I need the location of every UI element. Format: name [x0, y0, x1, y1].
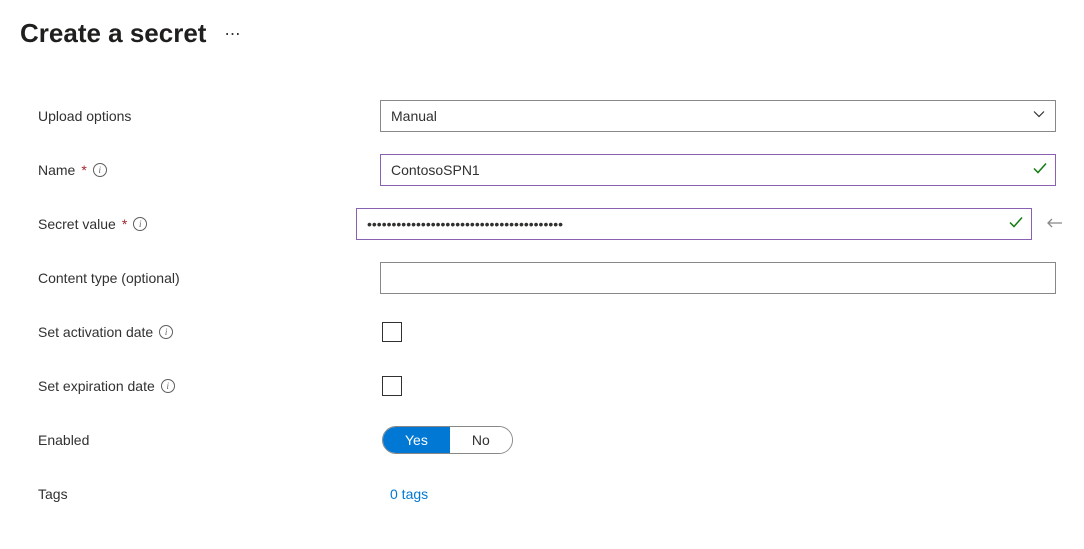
label-activation-date: Set activation date i [20, 324, 380, 340]
label-text: Set activation date [38, 324, 153, 340]
select-upload-options[interactable] [380, 100, 1056, 132]
cursor-arrow-icon [1042, 215, 1064, 234]
label-content-type: Content type (optional) [20, 270, 380, 286]
label-tags: Tags [20, 486, 380, 502]
secret-value-input[interactable] [356, 208, 1032, 240]
row-upload-options: Upload options [20, 99, 1064, 133]
info-icon[interactable]: i [133, 217, 147, 231]
row-enabled: Enabled Yes No [20, 423, 1064, 457]
row-activation-date: Set activation date i [20, 315, 1064, 349]
label-text: Secret value [38, 216, 116, 232]
enabled-toggle: Yes No [382, 426, 513, 454]
label-text: Content type (optional) [38, 270, 180, 286]
content-type-input[interactable] [380, 262, 1056, 294]
tags-link[interactable]: 0 tags [390, 486, 428, 502]
more-icon[interactable]: ⋯ [224, 24, 242, 44]
info-icon[interactable]: i [93, 163, 107, 177]
check-icon [1008, 215, 1024, 234]
enabled-no-button[interactable]: No [450, 427, 512, 453]
activation-date-checkbox[interactable] [382, 322, 402, 342]
row-name: Name * i [20, 153, 1064, 187]
name-input[interactable] [380, 154, 1056, 186]
info-icon[interactable]: i [161, 379, 175, 393]
label-text: Set expiration date [38, 378, 155, 394]
label-text: Name [38, 162, 75, 178]
info-icon[interactable]: i [159, 325, 173, 339]
label-upload-options: Upload options [20, 108, 380, 124]
label-name: Name * i [20, 162, 380, 178]
enabled-yes-button[interactable]: Yes [383, 427, 450, 453]
upload-options-input[interactable] [380, 100, 1056, 132]
row-tags: Tags 0 tags [20, 477, 1064, 511]
page-header: Create a secret ⋯ [20, 18, 1064, 49]
label-text: Enabled [38, 432, 89, 448]
label-enabled: Enabled [20, 432, 380, 448]
label-secret-value: Secret value * i [20, 216, 356, 232]
label-text: Tags [38, 486, 68, 502]
check-icon [1032, 161, 1048, 180]
page-title: Create a secret [20, 18, 206, 49]
required-indicator: * [81, 162, 86, 178]
expiration-date-checkbox[interactable] [382, 376, 402, 396]
required-indicator: * [122, 216, 127, 232]
label-expiration-date: Set expiration date i [20, 378, 380, 394]
row-expiration-date: Set expiration date i [20, 369, 1064, 403]
row-content-type: Content type (optional) [20, 261, 1064, 295]
label-text: Upload options [38, 108, 131, 124]
row-secret-value: Secret value * i [20, 207, 1064, 241]
